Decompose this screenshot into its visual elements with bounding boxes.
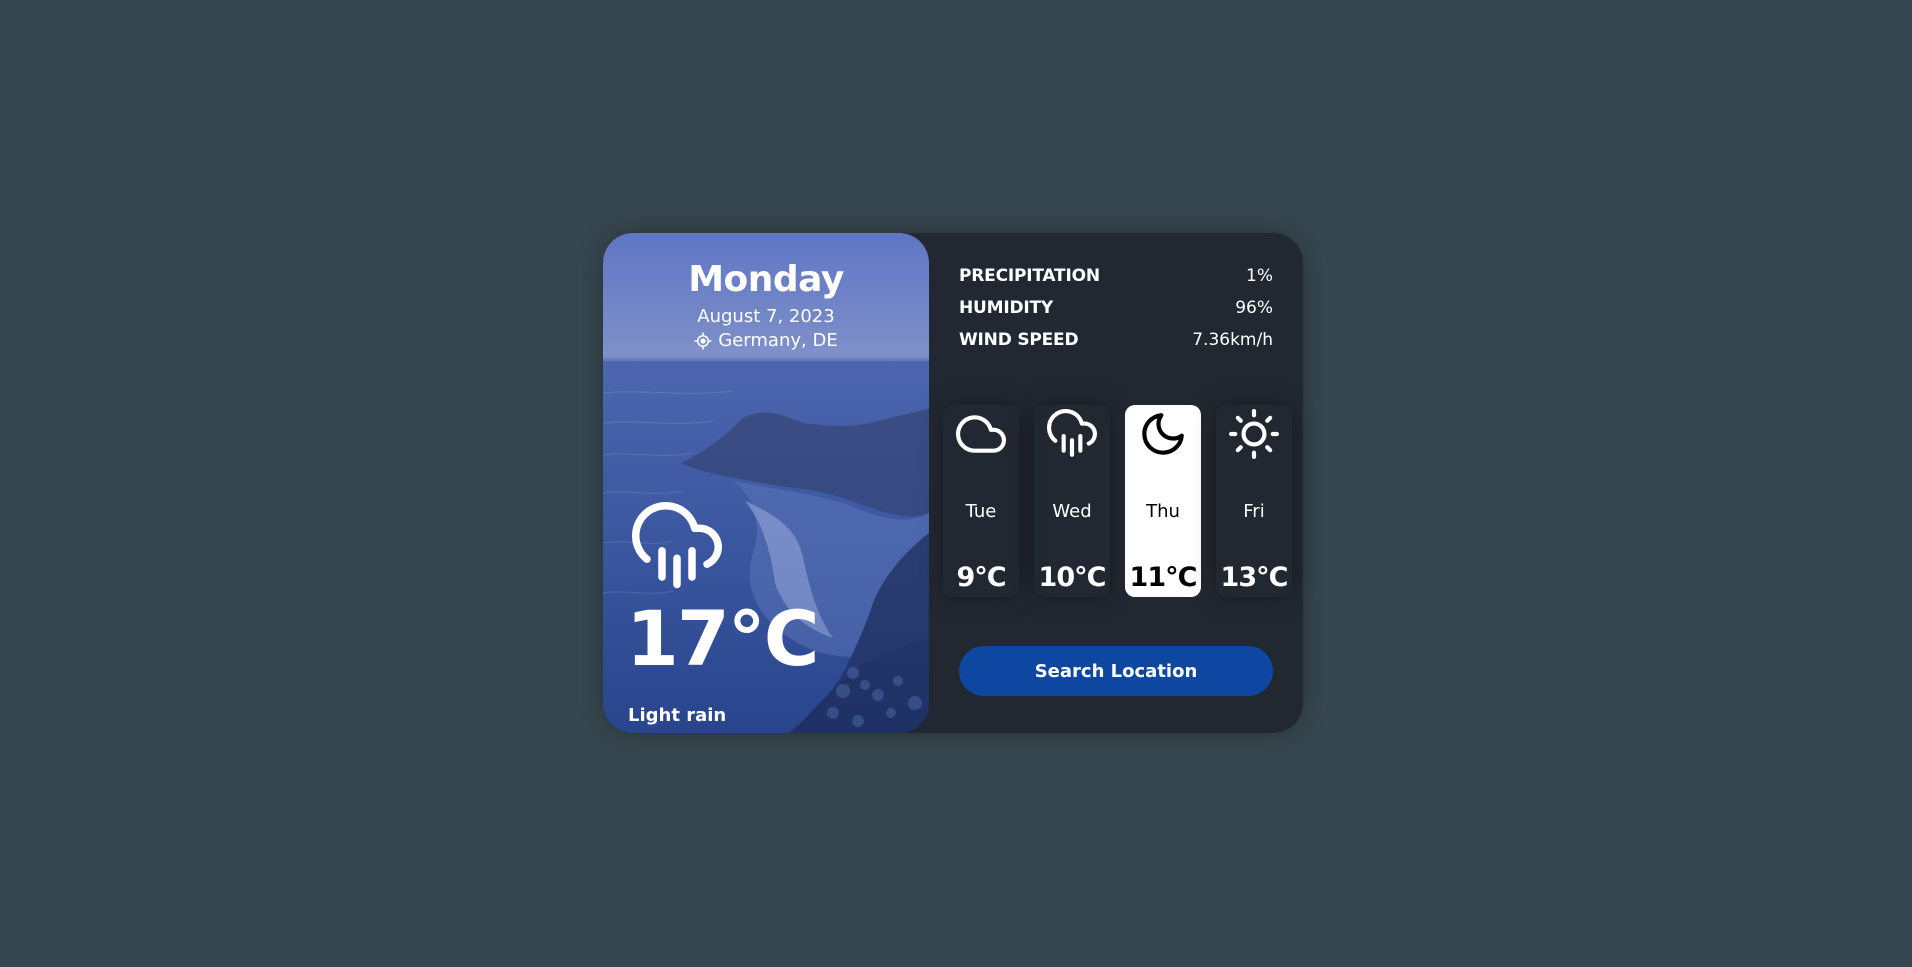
detail-label: WIND SPEED (959, 330, 1079, 350)
location-crosshair-icon (694, 332, 712, 350)
weather-details: PRECIPITATION 1% HUMIDITY 96% WIND SPEED… (959, 268, 1273, 364)
cloud-rain-icon (1047, 409, 1097, 457)
detail-label: PRECIPITATION (959, 266, 1100, 286)
detail-value: 1% (1246, 266, 1273, 286)
forecast-day-temp: 13°C (1220, 562, 1289, 593)
search-location-button[interactable]: Search Location (959, 646, 1273, 696)
forecast-day-label: Tue (965, 501, 997, 522)
forecast-day-temp: 10°C (1038, 562, 1107, 593)
current-date: August 7, 2023 (697, 306, 835, 327)
weather-widget: Monday August 7, 2023 Germany, DE 17°C L… (603, 233, 1303, 733)
weather-description: Light rain (628, 705, 727, 726)
detail-label: HUMIDITY (959, 298, 1054, 318)
forecast-day-thu[interactable]: Thu 11°C (1125, 405, 1201, 597)
forecast-day-temp: 11°C (1129, 562, 1198, 593)
moon-icon (1142, 413, 1184, 455)
date-location-block: Monday August 7, 2023 Germany, DE (603, 262, 929, 354)
detail-row-wind-speed: WIND SPEED 7.36km/h (959, 332, 1273, 364)
current-weather-panel: Monday August 7, 2023 Germany, DE 17°C L… (603, 233, 929, 733)
sun-icon (1229, 409, 1279, 459)
cloud-icon (956, 415, 1006, 453)
location-name: Germany, DE (718, 330, 838, 351)
detail-value: 7.36km/h (1192, 330, 1273, 350)
forecast-day-label: Wed (1052, 501, 1092, 522)
current-day-name: Monday (688, 259, 844, 300)
forecast-day-fri[interactable]: Fri 13°C (1216, 405, 1292, 597)
forecast-day-label: Thu (1146, 501, 1180, 522)
forecast-day-label: Fri (1243, 501, 1265, 522)
forecast-day-tue[interactable]: Tue 9°C (943, 405, 1019, 597)
detail-row-humidity: HUMIDITY 96% (959, 300, 1273, 332)
location-line: Germany, DE (694, 330, 838, 351)
cloud-rain-icon (632, 502, 722, 589)
detail-value: 96% (1235, 298, 1273, 318)
week-forecast-list: Tue 9°C Wed 10°C Thu 11°C Fri 13°C (941, 405, 1291, 597)
current-temperature: 17°C (626, 594, 820, 683)
forecast-day-wed[interactable]: Wed 10°C (1034, 405, 1110, 597)
detail-row-precipitation: PRECIPITATION 1% (959, 268, 1273, 300)
forecast-day-temp: 9°C (956, 562, 1006, 593)
